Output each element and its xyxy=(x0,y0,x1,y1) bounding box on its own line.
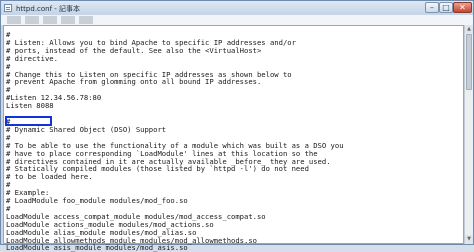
menu-item-help[interactable] xyxy=(79,16,93,24)
notepad-icon[interactable] xyxy=(4,4,12,12)
text-line xyxy=(6,110,344,118)
text-editor[interactable]: # # Listen: Allows you to bind Apache to … xyxy=(3,25,464,252)
scroll-thumb[interactable] xyxy=(466,34,472,90)
text-line: # xyxy=(6,180,11,190)
menu-bar xyxy=(1,15,473,25)
text-line: #Listen 12.34.56.78:80 xyxy=(6,93,102,103)
menu-item-edit[interactable] xyxy=(25,16,39,24)
text-line: # Dynamic Shared Object (DSO) Support xyxy=(6,124,167,134)
notepad-window: httpd.conf - 記事本 – □ ✕ # # Listen: Allows… xyxy=(0,0,474,252)
listen-line-highlight xyxy=(5,116,52,126)
window-title: httpd.conf - 記事本 xyxy=(16,5,81,13)
text-line: # prevent Apache from glomming onto all … xyxy=(6,77,262,87)
close-button[interactable]: ✕ xyxy=(453,2,472,13)
text-line: LoadModule asis_module modules/mod_asis.… xyxy=(6,243,188,252)
scroll-down-button[interactable]: ▼ xyxy=(465,235,473,244)
minimize-button[interactable]: – xyxy=(425,2,439,13)
text-line: # LoadModule foo_module modules/mod_foo.… xyxy=(6,196,188,206)
menu-item-format[interactable] xyxy=(43,16,57,24)
scroll-up-button[interactable]: ▲ xyxy=(465,25,473,34)
text-line: # to be loaded here. xyxy=(6,172,93,182)
menu-item-view[interactable] xyxy=(61,16,75,24)
maximize-button[interactable]: □ xyxy=(439,2,453,13)
menu-item-file[interactable] xyxy=(7,16,21,24)
vertical-scrollbar[interactable]: ▲ ▼ xyxy=(464,25,473,244)
text-line: Listen 8088 xyxy=(6,101,54,111)
text-line: # directive. xyxy=(6,53,58,63)
title-bar[interactable]: httpd.conf - 記事本 – □ ✕ xyxy=(1,1,473,15)
document-text[interactable]: # # Listen: Allows you to bind Apache to … xyxy=(6,31,344,252)
